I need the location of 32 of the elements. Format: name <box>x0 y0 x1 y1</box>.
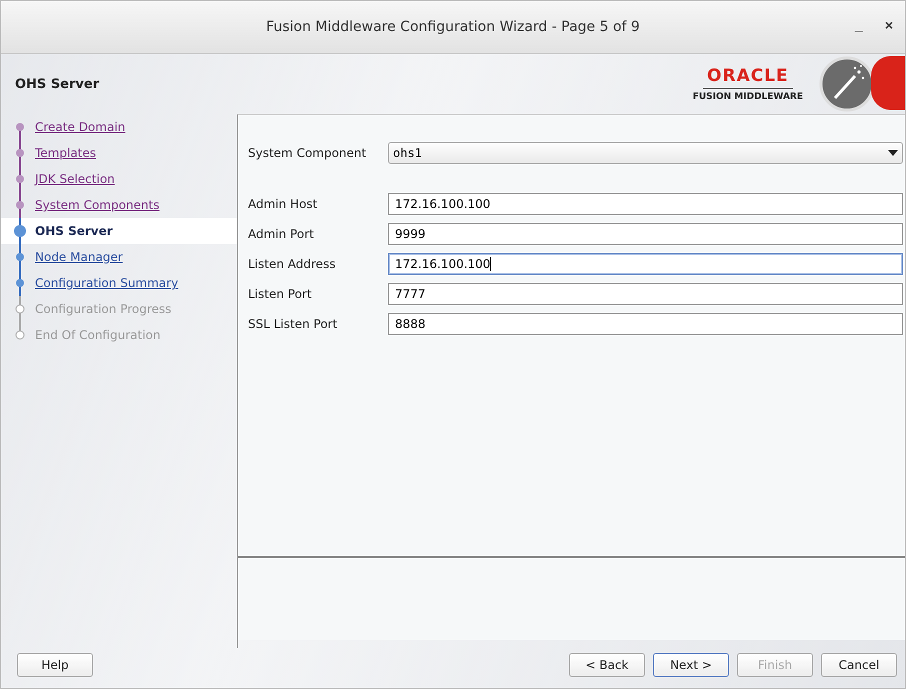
field-label: Listen Address <box>248 257 337 271</box>
wizard-button[interactable]: Help <box>17 653 93 677</box>
step-node-icon <box>11 218 29 244</box>
wizard-button[interactable]: < Back <box>569 653 645 677</box>
wizard-step[interactable]: JDK Selection <box>1 166 237 192</box>
wizard-button[interactable]: Next > <box>653 653 729 677</box>
wizard-step[interactable]: OHS Server <box>1 218 237 244</box>
component-dropdown[interactable]: ohs1 <box>388 142 903 164</box>
minimize-button[interactable]: _ <box>849 15 869 35</box>
input-field[interactable]: 172.16.100.100 <box>388 253 903 275</box>
wizard-step[interactable]: Templates <box>1 140 237 166</box>
input-field[interactable]: 7777 <box>388 283 903 305</box>
wizard-button[interactable]: Cancel <box>821 653 897 677</box>
field-label: Listen Port <box>248 287 313 301</box>
field-label: SSL Listen Port <box>248 317 338 331</box>
dropdown-arrow-icon <box>888 150 898 156</box>
product-name: FUSION MIDDLEWARE <box>692 91 803 102</box>
window-title: Fusion Middleware Configuration Wizard - Page 5 of 9 <box>266 19 640 35</box>
wizard-step[interactable]: Configuration Summary <box>1 270 237 296</box>
page-title: OHS Server <box>15 76 100 92</box>
banner-strip <box>871 56 905 110</box>
field-label: Admin Port <box>248 227 315 241</box>
wizard-step[interactable]: Create Domain <box>1 114 237 140</box>
wizard-step[interactable]: System Components <box>1 192 237 218</box>
field-label: System Component <box>248 146 368 160</box>
brand-wordmark: ORACLE <box>703 66 793 89</box>
input-field[interactable]: 9999 <box>388 223 903 245</box>
close-button[interactable]: × <box>878 15 899 35</box>
input-field[interactable]: 172.16.100.100 <box>388 193 903 215</box>
field-label: Admin Host <box>248 197 318 211</box>
input-field[interactable]: 8888 <box>388 313 903 335</box>
wizard-step[interactable]: Node Manager <box>1 244 237 270</box>
